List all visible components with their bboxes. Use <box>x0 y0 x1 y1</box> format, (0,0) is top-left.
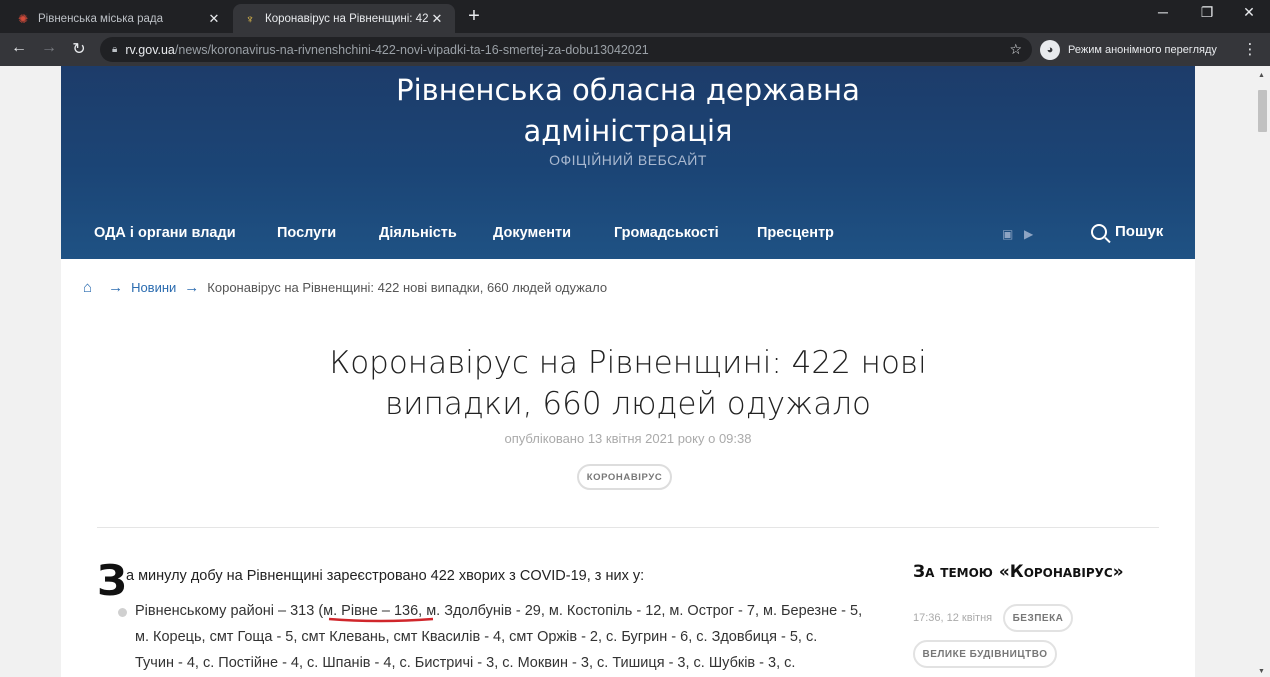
browser-tab-rivne-city[interactable]: ✺ Рівненська міська рада ✕ <box>6 4 232 33</box>
site-title-line2: адміністрація <box>523 114 733 148</box>
bullet-text-line: Рівненському районі – 313 (м. Рівне – 13… <box>135 603 863 619</box>
lock-icon: 🔒︎ <box>112 44 118 55</box>
site-title-line1: Рівненська обласна державна <box>396 73 860 107</box>
incognito-label: Режим анонімного перегляду <box>1068 44 1217 56</box>
browser-toolbar: ← → ↻ 🔒︎ rv.gov.ua /news/koronavirus-na-… <box>0 33 1270 66</box>
restore-icon[interactable]: ❐ <box>1192 4 1222 21</box>
scrollbar-thumb[interactable] <box>1258 90 1267 132</box>
sidebar-tag-security[interactable]: БЕЗПЕКА <box>1003 604 1073 632</box>
breadcrumb-arrow-icon: → <box>184 279 200 296</box>
close-window-icon[interactable]: ✕ <box>1234 4 1264 21</box>
breadcrumb-news-link[interactable]: Новини <box>131 280 176 295</box>
nav-item-press[interactable]: Пресцентр <box>757 225 834 241</box>
home-icon[interactable]: ⌂ <box>83 279 92 296</box>
facebook-icon[interactable]: ▣ <box>1002 227 1013 241</box>
site-header: Рівненська обласна державна адміністраці… <box>61 66 1195 259</box>
minimize-icon[interactable]: ─ <box>1148 4 1178 20</box>
publish-date: опубліковано 13 квітня 2021 року о 09:38 <box>504 431 752 446</box>
back-icon[interactable]: ← <box>8 39 30 57</box>
sidebar-time: 17:36, 12 квітня <box>913 612 993 624</box>
page-scrollbar[interactable]: ▲ ▼ <box>1254 66 1270 677</box>
article-tag[interactable]: КОРОНАВІРУС <box>577 464 672 490</box>
close-tab-icon[interactable]: ✕ <box>429 11 445 27</box>
nav-item-oda[interactable]: ОДА і органи влади <box>94 225 236 241</box>
article-lead: а минулу добу на Рівненщині зареєстрован… <box>126 568 645 584</box>
tab-title: Коронавірус на Рівненщині: 422 <box>265 12 429 25</box>
reload-icon[interactable]: ↻ <box>68 39 90 59</box>
divider <box>97 527 1159 528</box>
url-host: rv.gov.ua <box>125 42 175 57</box>
breadcrumb-current: Коронавірус на Рівненщині: 422 нові випа… <box>207 280 608 295</box>
site-title[interactable]: Рівненська обласна державна адміністраці… <box>61 70 1195 152</box>
browser-tabstrip: ✺ Рівненська міська рада ✕ ♆ Коронавірус… <box>0 0 1270 33</box>
coat-of-arms-favicon-icon: ♆ <box>245 11 255 26</box>
article-title-line2: випадки, 660 людей одужало <box>385 386 871 422</box>
article-title: Коронавірус на Рівненщині: 422 нові випа… <box>61 343 1195 425</box>
scroll-down-icon[interactable]: ▼ <box>1258 668 1265 675</box>
url-path: /news/koronavirus-na-rivnenshchini-422-n… <box>174 42 649 57</box>
bullet-text-line: м. Корець, смт Гоща - 5, смт Клевань, см… <box>135 629 818 645</box>
drop-cap: З <box>97 556 127 605</box>
incognito-indicator[interactable]: ◕ Режим анонімного перегляду <box>1040 38 1217 62</box>
main-navigation: ОДА і органи влади Послуги Діяльність До… <box>61 221 1195 259</box>
scroll-up-icon[interactable]: ▲ <box>1258 72 1265 79</box>
bookmark-star-icon[interactable]: ☆ <box>1009 41 1022 58</box>
nav-item-documents[interactable]: Документи <box>493 225 571 241</box>
browser-tab-coronavirus[interactable]: ♆ Коронавірус на Рівненщині: 422 ✕ <box>233 4 455 33</box>
city-council-favicon-icon: ✺ <box>17 11 29 26</box>
page-content: Рівненська обласна державна адміністраці… <box>61 66 1195 677</box>
bullet-text-line: Тучин - 4, с. Постійне - 4, с. Шпанів - … <box>135 655 796 671</box>
nav-item-public[interactable]: Громадськості <box>614 225 719 241</box>
red-underline-mark <box>328 617 434 623</box>
search-label: Пошук <box>1115 223 1164 240</box>
address-bar[interactable]: 🔒︎ rv.gov.ua /news/koronavirus-na-rivnen… <box>100 37 1032 62</box>
nav-item-services[interactable]: Послуги <box>277 225 336 241</box>
sidebar-tag-construction[interactable]: ВЕЛИКЕ БУДІВНИЦТВО <box>913 640 1057 668</box>
breadcrumb: ⌂ → Новини → Коронавірус на Рівненщині: … <box>83 279 607 296</box>
breadcrumb-arrow-icon: → <box>108 279 124 296</box>
sidebar-title: За темою «Коронавірус» <box>913 562 1124 582</box>
youtube-icon[interactable]: ▶ <box>1024 227 1033 241</box>
page-viewport: Рівненська обласна державна адміністраці… <box>0 66 1254 677</box>
bullet-icon <box>118 608 127 617</box>
search-button[interactable]: Пошук <box>1091 223 1163 240</box>
article-title-line1: Коронавірус на Рівненщині: 422 нові <box>329 345 927 381</box>
search-icon <box>1091 223 1107 240</box>
browser-menu-icon[interactable]: ⋮ <box>1240 40 1260 58</box>
close-tab-icon[interactable]: ✕ <box>206 11 222 27</box>
nav-item-activity[interactable]: Діяльність <box>379 225 457 241</box>
new-tab-icon[interactable]: + <box>462 5 486 28</box>
tab-title: Рівненська міська рада <box>38 12 164 25</box>
forward-icon[interactable]: → <box>38 39 60 57</box>
site-subtitle: ОФІЦІЙНИЙ ВЕБСАЙТ <box>549 152 707 168</box>
incognito-icon: ◕ <box>1040 40 1060 60</box>
